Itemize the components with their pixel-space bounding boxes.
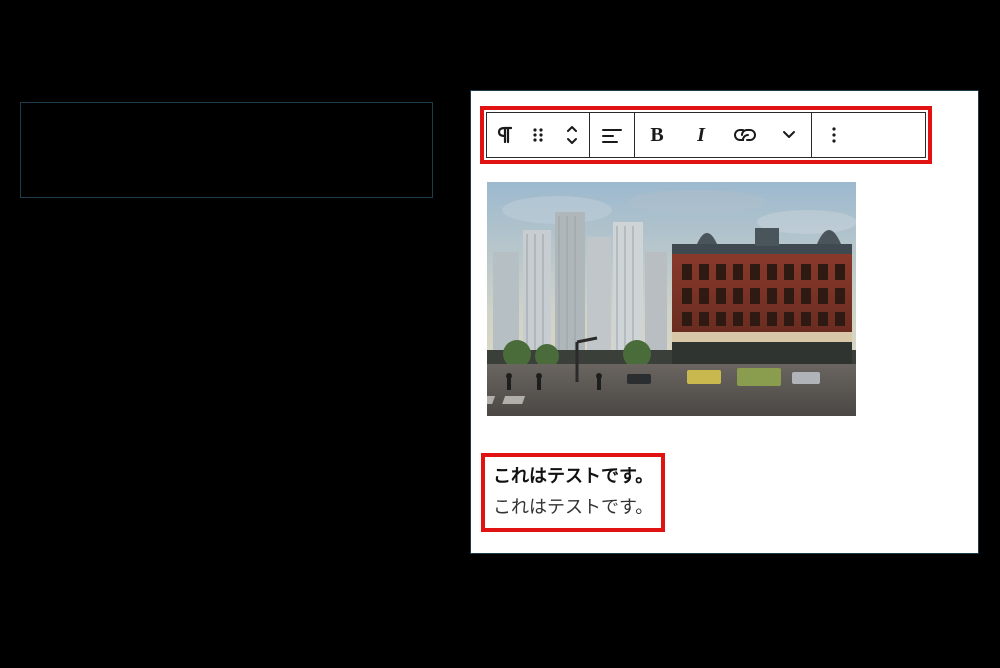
move-updown-button[interactable] [555,113,589,157]
block-toolbar: B I [486,112,926,158]
drag-handle-icon [531,127,545,143]
more-vertical-icon [831,126,837,144]
image-block[interactable] [487,182,856,416]
align-button[interactable] [590,113,634,157]
toolbar-group-options [812,113,856,157]
link-button[interactable] [723,113,767,157]
paragraph-bold[interactable]: これはテストです。 [493,461,653,492]
toolbar-highlight-frame: B I [480,106,932,164]
chevron-down-icon [782,130,796,140]
editor-panel: B I [470,90,979,554]
italic-icon: I [697,124,705,147]
left-empty-panel [20,102,433,198]
italic-button[interactable]: I [679,113,723,157]
toolbar-group-align [590,113,635,157]
text-highlight-frame: これはテストです。 これはテストです。 [481,453,665,532]
bold-button[interactable]: B [635,113,679,157]
city-photo [487,182,856,416]
toolbar-group-inline: B I [635,113,812,157]
move-up-down-icon [565,125,579,145]
block-type-button[interactable] [487,113,521,157]
drag-handle-button[interactable] [521,113,555,157]
paragraph-plain[interactable]: これはテストです。 [493,492,653,523]
pilcrow-icon [496,126,512,144]
toolbar-group-block [487,113,590,157]
options-button[interactable] [812,113,856,157]
bold-icon: B [650,124,663,147]
more-formatting-button[interactable] [767,113,811,157]
link-icon [734,128,756,142]
align-left-icon [602,127,622,143]
